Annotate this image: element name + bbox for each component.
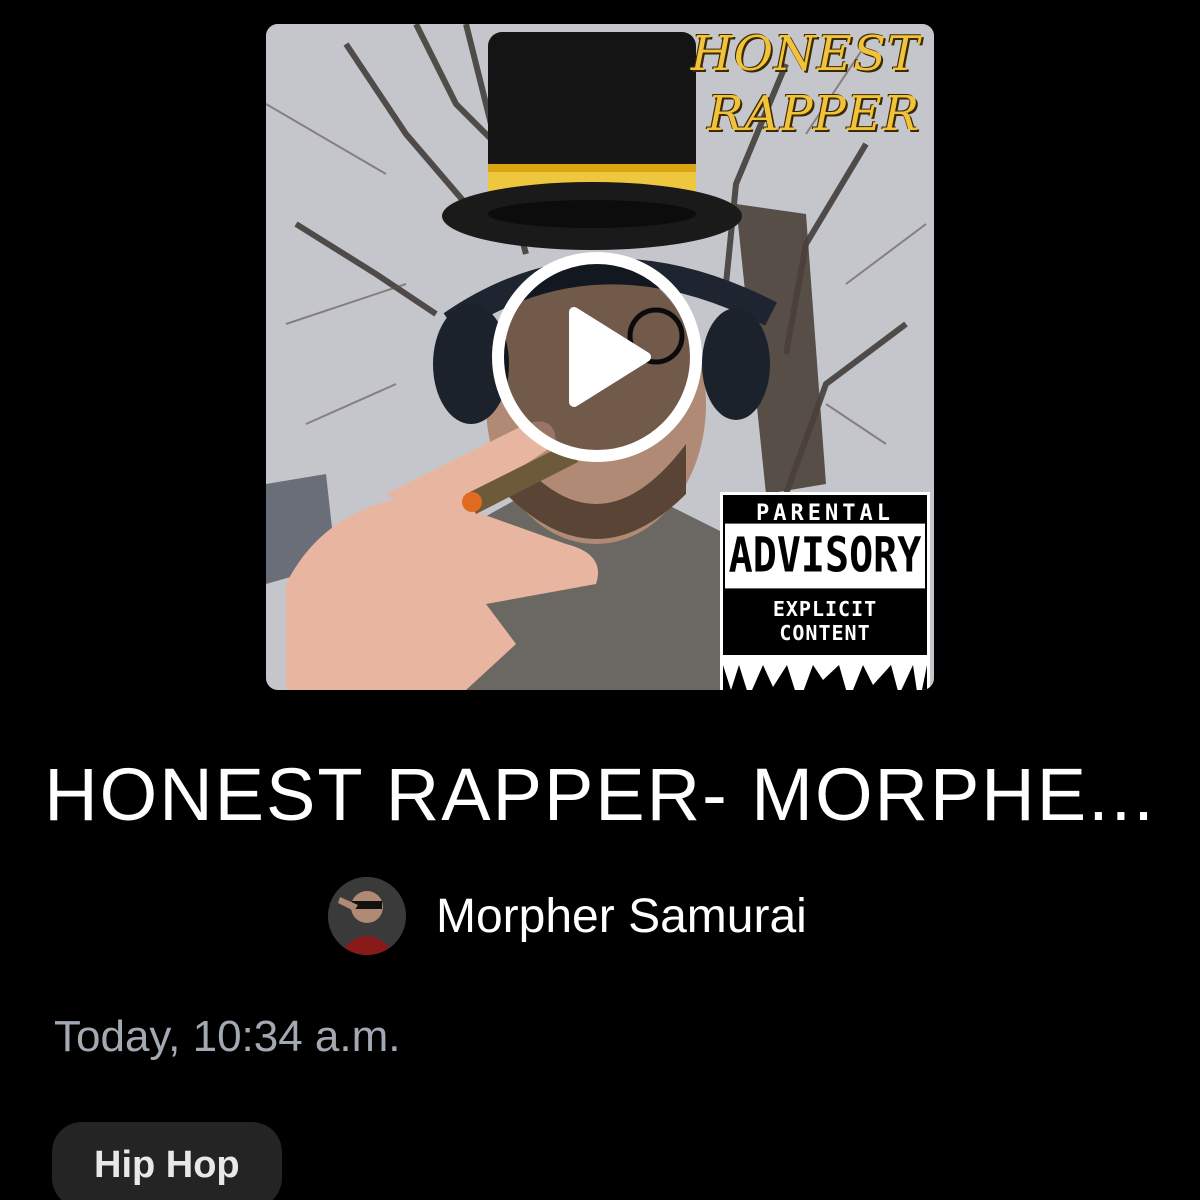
cover-title-line2: RAPPER xyxy=(707,86,920,142)
cover-title-line1: HONEST xyxy=(690,26,920,82)
advisory-bottom-text: EXPLICIT CONTENT xyxy=(772,597,878,645)
timestamp: Today, 10:34 a.m. xyxy=(54,1012,401,1061)
play-icon xyxy=(569,307,651,407)
artist-name[interactable]: Morpher Samurai xyxy=(436,889,807,944)
genre-tag[interactable]: Hip Hop xyxy=(52,1122,282,1200)
advisory-drips xyxy=(723,655,927,690)
play-button[interactable] xyxy=(492,252,702,462)
parental-advisory-label: PARENTAL ADVISORY EXPLICIT CONTENT xyxy=(720,492,930,690)
track-title: HONEST RAPPER- MORPHE... xyxy=(44,753,1156,836)
avatar[interactable] xyxy=(328,877,406,955)
artist-link[interactable]: Morpher Samurai xyxy=(328,876,807,956)
advisory-mid-text: ADVISORY xyxy=(725,523,925,589)
cover-art[interactable]: HONEST RAPPER PARENTAL ADVISORY EXPLICIT… xyxy=(266,24,934,690)
